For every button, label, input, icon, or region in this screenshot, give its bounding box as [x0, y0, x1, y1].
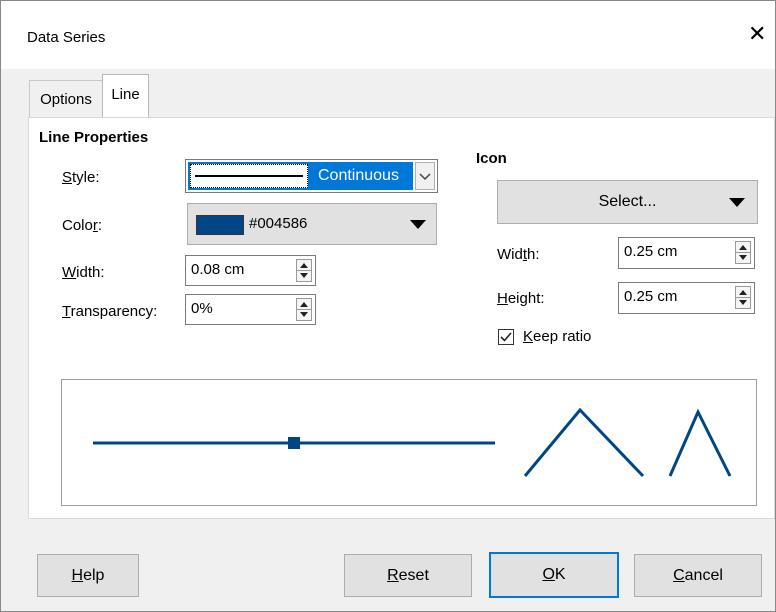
keep-ratio-label-rest: eep ratio — [533, 328, 592, 345]
style-label: Style: — [62, 169, 100, 186]
style-select[interactable]: Continuous — [185, 159, 438, 193]
transparency-label: Transparency: — [62, 303, 157, 320]
help-button[interactable]: Help — [37, 554, 139, 597]
cancel-button-rest: ancel — [684, 566, 723, 584]
style-line-sample-stroke — [195, 175, 303, 177]
icon-select-label: Select... — [598, 193, 657, 210]
icon-height-value: 0.25 cm — [624, 288, 678, 305]
keep-ratio-label[interactable]: Keep ratio — [523, 328, 591, 345]
style-label-rest: tyle: — [72, 169, 100, 186]
color-dropdown[interactable]: #004586 — [187, 203, 437, 245]
icon-width-label-rest: h: — [527, 246, 540, 263]
width-label-mnemonic: W — [62, 264, 77, 281]
title-bar: Data Series ✕ — [1, 1, 775, 69]
spin-up-icon[interactable] — [739, 290, 747, 295]
transparency-spin-buttons[interactable] — [296, 298, 312, 321]
icon-width-spinbox[interactable]: 0.25 cm — [618, 237, 755, 269]
icon-height-label: Height: — [497, 290, 545, 307]
width-label: Width: — [62, 264, 105, 281]
data-series-dialog: Data Series ✕ Options Line Line Properti… — [0, 0, 776, 612]
reset-button-mnemonic: R — [387, 566, 399, 584]
preview-marker-symbol — [288, 437, 300, 449]
chevron-down-icon[interactable] — [415, 162, 435, 190]
dropdown-arrow-icon — [729, 198, 745, 207]
icon-width-label: Width: — [497, 246, 540, 263]
icon-select-button[interactable]: Select... — [497, 180, 758, 224]
color-label-rest: : — [97, 217, 103, 234]
line-width-spin-buttons[interactable] — [296, 259, 312, 282]
style-value: Continuous — [318, 167, 399, 184]
color-value: #004586 — [249, 215, 308, 232]
tab-options[interactable]: Options — [29, 80, 103, 118]
help-button-rest: elp — [83, 566, 105, 584]
transparency-label-rest: ransparency: — [70, 303, 158, 320]
spin-down-icon[interactable] — [300, 312, 308, 317]
icon-height-spinbox[interactable]: 0.25 cm — [618, 282, 755, 314]
spin-up-icon[interactable] — [300, 263, 308, 268]
line-width-spinbox[interactable]: 0.08 cm — [185, 255, 316, 286]
icon-height-label-rest: eight: — [507, 290, 545, 307]
reset-button[interactable]: Reset — [344, 554, 472, 597]
color-swatch — [196, 215, 244, 235]
icon-width-value: 0.25 cm — [624, 243, 678, 260]
close-icon[interactable]: ✕ — [748, 23, 766, 45]
checkbox-checked-icon[interactable] — [498, 329, 514, 345]
style-label-mnemonic: S — [62, 169, 73, 186]
transparency-value: 0% — [191, 300, 213, 317]
keep-ratio-label-mnemonic: K — [523, 328, 534, 345]
icon-width-spin-buttons[interactable] — [735, 241, 751, 264]
spin-down-icon[interactable] — [739, 300, 747, 305]
reset-button-rest: eset — [398, 566, 429, 584]
dropdown-arrow-icon — [410, 220, 426, 229]
spin-up-icon[interactable] — [739, 245, 747, 250]
spin-up-icon[interactable] — [300, 302, 308, 307]
ok-button-rest: K — [554, 566, 566, 583]
width-label-rest: idth: — [76, 264, 105, 281]
preview-narrow-angle-line — [668, 408, 732, 477]
line-preview-graphic — [93, 407, 732, 478]
ok-button-mnemonic: O — [542, 566, 555, 583]
tab-line[interactable]: Line — [102, 74, 149, 119]
transparency-label-mnemonic: T — [62, 303, 71, 320]
line-width-value: 0.08 cm — [191, 261, 245, 278]
icon-heading: Icon — [476, 150, 507, 167]
icon-height-spin-buttons[interactable] — [735, 286, 751, 309]
cancel-button-mnemonic: C — [673, 566, 685, 584]
icon-height-label-mnemonic: H — [497, 290, 508, 307]
transparency-spinbox[interactable]: 0% — [185, 294, 316, 325]
cancel-button[interactable]: Cancel — [634, 554, 762, 597]
style-line-sample — [190, 164, 308, 188]
color-label-prefix: Colo — [62, 217, 93, 234]
icon-width-label-prefix: Wid — [497, 246, 523, 263]
spin-down-icon[interactable] — [739, 255, 747, 260]
tab-options-label: Options — [40, 91, 92, 108]
preview-wide-angle-line — [523, 407, 645, 478]
help-button-mnemonic: H — [71, 566, 84, 584]
color-label: Color: — [62, 217, 102, 234]
dialog-title: Data Series — [27, 29, 106, 46]
line-properties-heading: Line Properties — [39, 129, 149, 146]
tab-line-label: Line — [111, 86, 140, 103]
ok-button[interactable]: OK — [489, 552, 619, 598]
line-preview — [61, 379, 757, 506]
spin-down-icon[interactable] — [300, 273, 308, 278]
